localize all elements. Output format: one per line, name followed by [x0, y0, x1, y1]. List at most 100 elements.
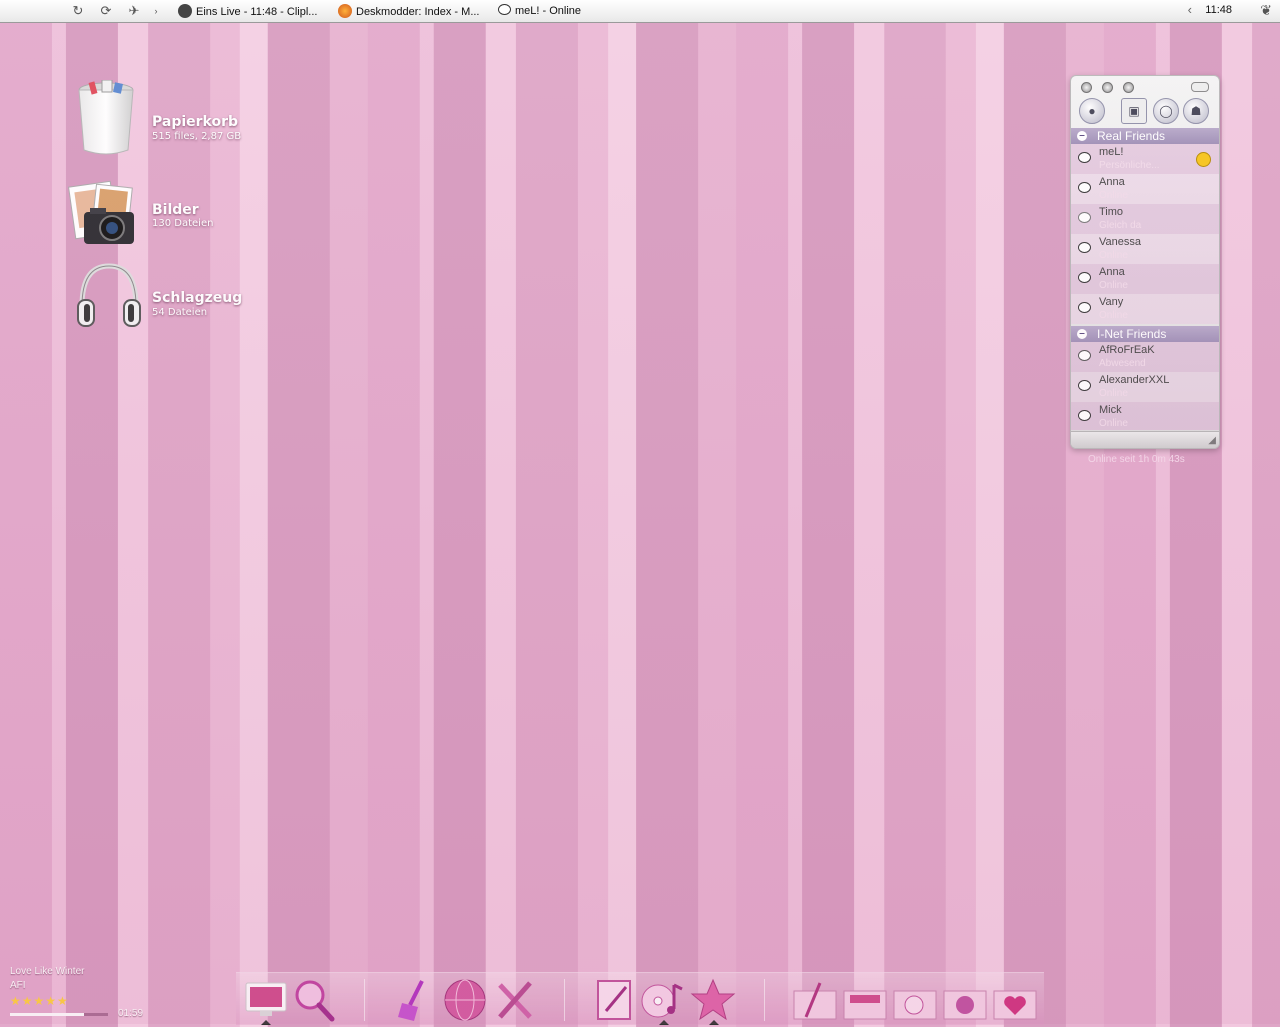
expand-icon[interactable]: ›: [148, 3, 164, 19]
chat-bubble-icon: [1078, 410, 1091, 421]
contact-status: Online: [1099, 310, 1128, 321]
notebook-icon: [597, 980, 631, 1020]
contact-row[interactable]: Anna Online: [1071, 174, 1219, 204]
icon-label: Papierkorb: [152, 114, 239, 130]
zoom-button[interactable]: [1123, 82, 1134, 93]
camera-photos-icon: [68, 180, 138, 246]
dock-item-music[interactable]: [640, 977, 686, 1025]
media-icon: [178, 4, 192, 18]
contact-row[interactable]: Mick Online: [1071, 402, 1219, 430]
user-icon: ☗: [1190, 104, 1202, 118]
contact-status: Online: [1099, 418, 1128, 429]
user-button[interactable]: ☗: [1183, 98, 1209, 124]
firefox-icon: [338, 4, 352, 18]
dock-item-favorites-folder[interactable]: [992, 977, 1038, 1023]
dock: [236, 972, 1044, 1025]
group-header-inet-friends[interactable]: – I-Net Friends: [1071, 326, 1219, 342]
away-bubble-icon: [1078, 212, 1091, 223]
running-indicator: [659, 1020, 669, 1025]
dock-item-music-folder[interactable]: [892, 977, 938, 1023]
tray-arrow-icon[interactable]: ‹: [1188, 2, 1192, 17]
minimize-button[interactable]: [1102, 82, 1113, 93]
chat-button[interactable]: ◯: [1153, 98, 1179, 124]
chat-bubble-icon: [498, 4, 511, 15]
progress-fill: [10, 1013, 84, 1016]
collapse-icon[interactable]: –: [1077, 329, 1087, 339]
contact-name: Vanessa: [1099, 236, 1141, 248]
contact-status: Online: [1099, 190, 1128, 201]
track-title: Love Like Winter: [10, 966, 85, 977]
group-header-real-friends[interactable]: – Real Friends: [1071, 128, 1219, 144]
apple-menu-icon[interactable]: [22, 3, 38, 19]
contact-row[interactable]: AlexanderXXL Online: [1071, 372, 1219, 402]
dock-item-tools[interactable]: [492, 977, 538, 1023]
trash-icon: [76, 79, 136, 156]
contact-name: Mick: [1099, 404, 1122, 416]
contact-name: meL!: [1099, 146, 1124, 158]
dock-item-cleaner[interactable]: [392, 977, 438, 1023]
cd-music-icon: [641, 983, 683, 1018]
globe-icon: [444, 979, 486, 1021]
task-eins-live[interactable]: Eins Live - 11:48 - Clipl...: [178, 4, 317, 18]
contact-status: Online: [1099, 280, 1128, 291]
chat-icon: ◯: [1159, 104, 1173, 118]
dock-item-mail-folder[interactable]: [842, 977, 888, 1023]
chat-bubble-icon: [1078, 380, 1091, 391]
icon-sublabel: 130 Dateien: [152, 218, 214, 229]
rating-stars[interactable]: ★★★★★: [10, 994, 69, 1008]
folder-mail-icon: [843, 990, 887, 1020]
resize-grip-icon[interactable]: ◢: [1208, 435, 1216, 446]
contact-row[interactable]: Vanessa Online: [1071, 234, 1219, 264]
track-time: 01:59: [118, 1008, 144, 1019]
task-deskmodder[interactable]: Deskmodder: Index - M...: [338, 4, 480, 18]
dock-item-notes[interactable]: [592, 977, 638, 1023]
contact-status: Online: [1099, 250, 1128, 261]
brush-icon: [398, 980, 424, 1021]
dock-item-documents-folder[interactable]: [792, 977, 838, 1023]
icon-label: Bilder: [152, 202, 199, 218]
dock-item-favorites[interactable]: [690, 977, 736, 1025]
contact-status: Gleich da: [1099, 220, 1142, 231]
contact-row[interactable]: Vany Online: [1071, 294, 1219, 324]
contact-status: Persönliche...: [1099, 160, 1160, 171]
collapse-icon[interactable]: –: [1077, 131, 1087, 141]
chat-bubble-icon: [1078, 242, 1091, 253]
refresh-icon[interactable]: ⟳: [98, 3, 114, 19]
contact-row[interactable]: Timo Gleich da: [1071, 204, 1219, 234]
contact-row[interactable]: meL! Persönliche...: [1071, 144, 1219, 174]
icon-sublabel: 515 files, 2,87 GB: [152, 131, 242, 142]
clock: 11:48: [1205, 4, 1232, 16]
contact-name: Anna: [1099, 266, 1125, 278]
contact-status: Abwesend: [1099, 358, 1146, 369]
magnifier-icon: [295, 980, 335, 1022]
avatar-button[interactable]: ●: [1079, 98, 1105, 124]
chat-bubble-icon: [1078, 272, 1091, 283]
online-since-label: Online seit 1h 0m 43s: [1088, 454, 1185, 465]
contact-name: Anna: [1099, 176, 1125, 188]
emoticon-icon: [1196, 152, 1211, 167]
dock-item-web-folder[interactable]: [942, 977, 988, 1023]
dock-separator: [364, 979, 365, 1021]
dock-item-browser[interactable]: [442, 977, 488, 1023]
chat-bubble-icon: [1078, 302, 1091, 313]
headphones-icon: [76, 262, 142, 330]
contact-name: Vany: [1099, 296, 1124, 308]
track-artist: AFI: [10, 980, 26, 991]
contact-name: AfRoFrEaK: [1099, 344, 1155, 356]
progress-bar[interactable]: [10, 1013, 108, 1016]
group-label: I-Net Friends: [1097, 327, 1167, 341]
group-label: Real Friends: [1097, 129, 1166, 143]
dock-item-computer[interactable]: [242, 977, 288, 1025]
close-button[interactable]: [1081, 82, 1092, 93]
task-messenger[interactable]: meL! - Online: [498, 4, 581, 18]
folder-globe-icon: [943, 990, 987, 1020]
contact-card-button[interactable]: ▣: [1121, 98, 1147, 124]
contact-row[interactable]: AfRoFrEaK Abwesend: [1071, 342, 1219, 372]
toolbar-toggle-button[interactable]: [1191, 82, 1209, 92]
reload-icon[interactable]: ↻: [70, 3, 86, 19]
dock-item-search[interactable]: [290, 977, 336, 1023]
bird-icon[interactable]: ✈: [126, 3, 142, 19]
contact-row[interactable]: Anna Online: [1071, 264, 1219, 294]
away-bubble-icon: [1078, 350, 1091, 361]
contact-name: Timo: [1099, 206, 1124, 218]
